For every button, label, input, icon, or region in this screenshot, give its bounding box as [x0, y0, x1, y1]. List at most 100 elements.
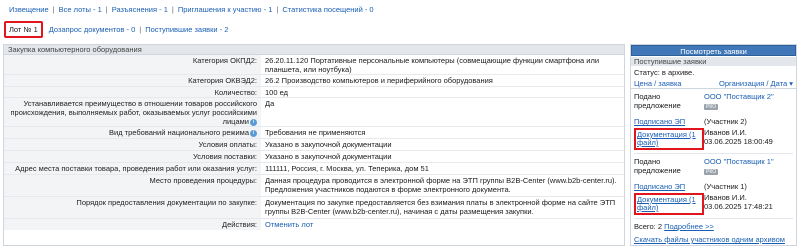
detail-label-text: Вид требований национального режима	[109, 128, 249, 137]
bid-participant: (Участник 1)	[704, 182, 747, 191]
bid-entry: Подано предложение ООО "Поставщик 2" РКО …	[631, 91, 796, 151]
detail-row-okpd2: Категория ОКПД2: 26.20.11.120 Портативны…	[4, 55, 624, 75]
detail-value: 111111, Россия, г. Москва, ул. Теперика,…	[265, 164, 429, 173]
detail-row-national-regime: Вид требований национального режима i Тре…	[4, 127, 624, 139]
detail-row-delivery: Условия поставки: Указано в закупочной д…	[4, 151, 624, 163]
received-bids-header: Поступившие заявки	[631, 57, 796, 66]
nav-notice[interactable]: Извещение	[9, 5, 49, 14]
detail-row-quantity: Количество: 100 ед	[4, 87, 624, 98]
bid-docs: Документация (1 файл)	[634, 193, 704, 215]
download-archive-link[interactable]: Скачать файлы участников одним архивом	[634, 235, 785, 244]
detail-value: 100 ед	[265, 88, 288, 97]
nav-visit-stats[interactable]: Статистика посещений - 0	[282, 5, 373, 14]
bid-documentation-link[interactable]: Документация (1 файл)	[634, 128, 704, 150]
cancel-lot-link[interactable]: Отменить лот	[265, 220, 313, 229]
lot-navigation: Лот № 1 Дозапрос документов - 0 | Поступи…	[4, 19, 228, 39]
info-icon[interactable]: i	[250, 129, 257, 137]
detail-row-okved2: Категория ОКВЭД2: 26.2 Производство комп…	[4, 75, 624, 87]
org-badge: РКО	[704, 169, 719, 175]
bid-entry-top: Подано предложение ООО "Поставщик 2" РКО	[631, 91, 796, 111]
sort-org-date-link[interactable]: Организация / Дата ▾	[719, 79, 793, 88]
nav-separator: |	[171, 4, 174, 14]
bid-person-date: Иванов И.И. 03.06.2025 18:00:49	[704, 128, 793, 150]
bid-participant: (Участник 2)	[704, 117, 747, 126]
bid-org-link[interactable]: ООО "Поставщик 2"	[704, 92, 774, 101]
nav-separator: |	[52, 4, 55, 14]
lot-title: Закупка компьютерного оборудования	[4, 45, 624, 55]
bid-signed: Подписано ЭП	[634, 182, 704, 191]
bid-person: Иванов И.И.	[704, 193, 747, 202]
detail-label: Категория ОКПД2:	[4, 55, 261, 74]
nav-all-lots[interactable]: Все лоты - 1	[59, 5, 102, 14]
detail-value: Требования не применяются	[265, 128, 366, 137]
bid-entry-bottom: Документация (1 файл) Иванов И.И. 03.06.2…	[631, 192, 796, 216]
bid-date: 03.06.2025 18:00:49	[704, 137, 773, 146]
detail-label: Категория ОКВЭД2:	[4, 75, 261, 86]
detail-row-actions: Действия: Отменить лот	[4, 219, 624, 230]
nav-received-bids[interactable]: Поступившие заявки - 2	[145, 25, 228, 34]
detail-label: Адрес места поставки товара, проведения …	[4, 163, 261, 174]
detail-value: Отменить лот	[261, 219, 624, 230]
bid-person: Иванов И.И.	[704, 128, 747, 137]
sort-price-link[interactable]: Цена / заявка	[634, 79, 682, 88]
archive-status: Статус: в архиве.	[634, 68, 695, 77]
detail-value: Документация по закупке предоставляется …	[265, 198, 616, 216]
bid-org: ООО "Поставщик 2" РКО	[704, 92, 793, 110]
bid-offer-status: Подано предложение	[634, 92, 681, 110]
bid-entry-bottom: Документация (1 файл) Иванов И.И. 03.06.2…	[631, 127, 796, 151]
bid-offer-status: Подано предложение	[634, 157, 681, 175]
view-bids-button[interactable]: Посмотреть заявки	[631, 45, 796, 56]
detail-row-documentation: Порядок предоставления документации по з…	[4, 197, 624, 219]
bids-columns-header: Цена / заявка Организация / Дата ▾	[631, 79, 796, 89]
bid-org: ООО "Поставщик 1" РКО	[704, 157, 793, 175]
nav-document-requests[interactable]: Дозапрос документов - 0	[49, 25, 136, 34]
nav-separator: |	[105, 4, 108, 14]
detail-value: Указано в закупочной документации	[265, 152, 392, 161]
detail-label: Количество:	[4, 87, 261, 97]
detail-value: Указано в закупочной документации	[265, 140, 392, 149]
bid-docs: Документация (1 файл)	[634, 128, 704, 150]
signed-link[interactable]: Подписано ЭП	[634, 117, 685, 126]
detail-label: Действия:	[4, 219, 261, 230]
bid-entry-middle: Подписано ЭП (Участник 2)	[631, 116, 796, 127]
detail-value: 26.20.11.120 Портативные персональные ко…	[265, 56, 600, 74]
bids-total-label: Всего: 2	[634, 222, 663, 231]
bid-date: 03.06.2025 17:48:21	[704, 202, 773, 211]
bid-entry-middle: Подписано ЭП (Участник 1)	[631, 181, 796, 192]
bids-divider	[634, 218, 793, 219]
nav-clarifications[interactable]: Разъяснения - 1	[112, 5, 168, 14]
bids-total: Всего: 2 Подробнее >>	[631, 221, 796, 232]
org-badge: РКО	[704, 104, 719, 110]
bid-documentation-link[interactable]: Документация (1 файл)	[634, 193, 704, 215]
nav-invitations[interactable]: Приглашения к участию - 1	[178, 5, 273, 14]
bids-sidebar: Посмотреть заявки Поступившие заявки Ста…	[630, 44, 797, 246]
detail-label: Условия поставки:	[4, 151, 261, 162]
info-icon[interactable]: i	[250, 118, 257, 126]
detail-label: Устанавливается преимущество в отношении…	[4, 98, 261, 126]
lot-tab-active[interactable]: Лот № 1	[4, 20, 43, 38]
signed-link[interactable]: Подписано ЭП	[634, 182, 685, 191]
detail-value: 26.2 Производство компьютеров и перифери…	[265, 76, 493, 85]
detail-row-payment: Условия оплаты: Указано в закупочной док…	[4, 139, 624, 151]
detail-label: Вид требований национального режима i	[4, 127, 261, 138]
detail-row-preference: Устанавливается преимущество в отношении…	[4, 98, 624, 127]
top-navigation: Извещение | Все лоты - 1 | Разъяснения - 1…	[9, 3, 374, 15]
bid-person-date: Иванов И.И. 03.06.2025 17:48:21	[704, 193, 793, 215]
bid-entry: Подано предложение ООО "Поставщик 1" РКО …	[631, 156, 796, 216]
detail-value: Данная процедура проводится в электронно…	[265, 176, 617, 194]
detail-label-text: Устанавливается преимущество в отношении…	[10, 99, 257, 126]
download-row: Скачать файлы участников одним архивом	[631, 234, 796, 245]
bid-org-link[interactable]: ООО "Поставщик 1"	[704, 157, 774, 166]
bids-divider	[634, 153, 793, 154]
bid-entry-top: Подано предложение ООО "Поставщик 1" РКО	[631, 156, 796, 176]
more-link[interactable]: Подробнее >>	[664, 222, 714, 231]
nav-separator: |	[139, 24, 142, 34]
detail-label: Условия оплаты:	[4, 139, 261, 150]
nav-separator: |	[276, 4, 279, 14]
lot-details-panel: Закупка компьютерного оборудования Катег…	[3, 44, 625, 246]
bid-signed: Подписано ЭП	[634, 117, 704, 126]
detail-row-venue: Место проведения процедуры: Данная проце…	[4, 175, 624, 197]
detail-row-address: Адрес места поставки товара, проведения …	[4, 163, 624, 175]
detail-label: Порядок предоставления документации по з…	[4, 197, 261, 218]
detail-label: Место проведения процедуры:	[4, 175, 261, 196]
